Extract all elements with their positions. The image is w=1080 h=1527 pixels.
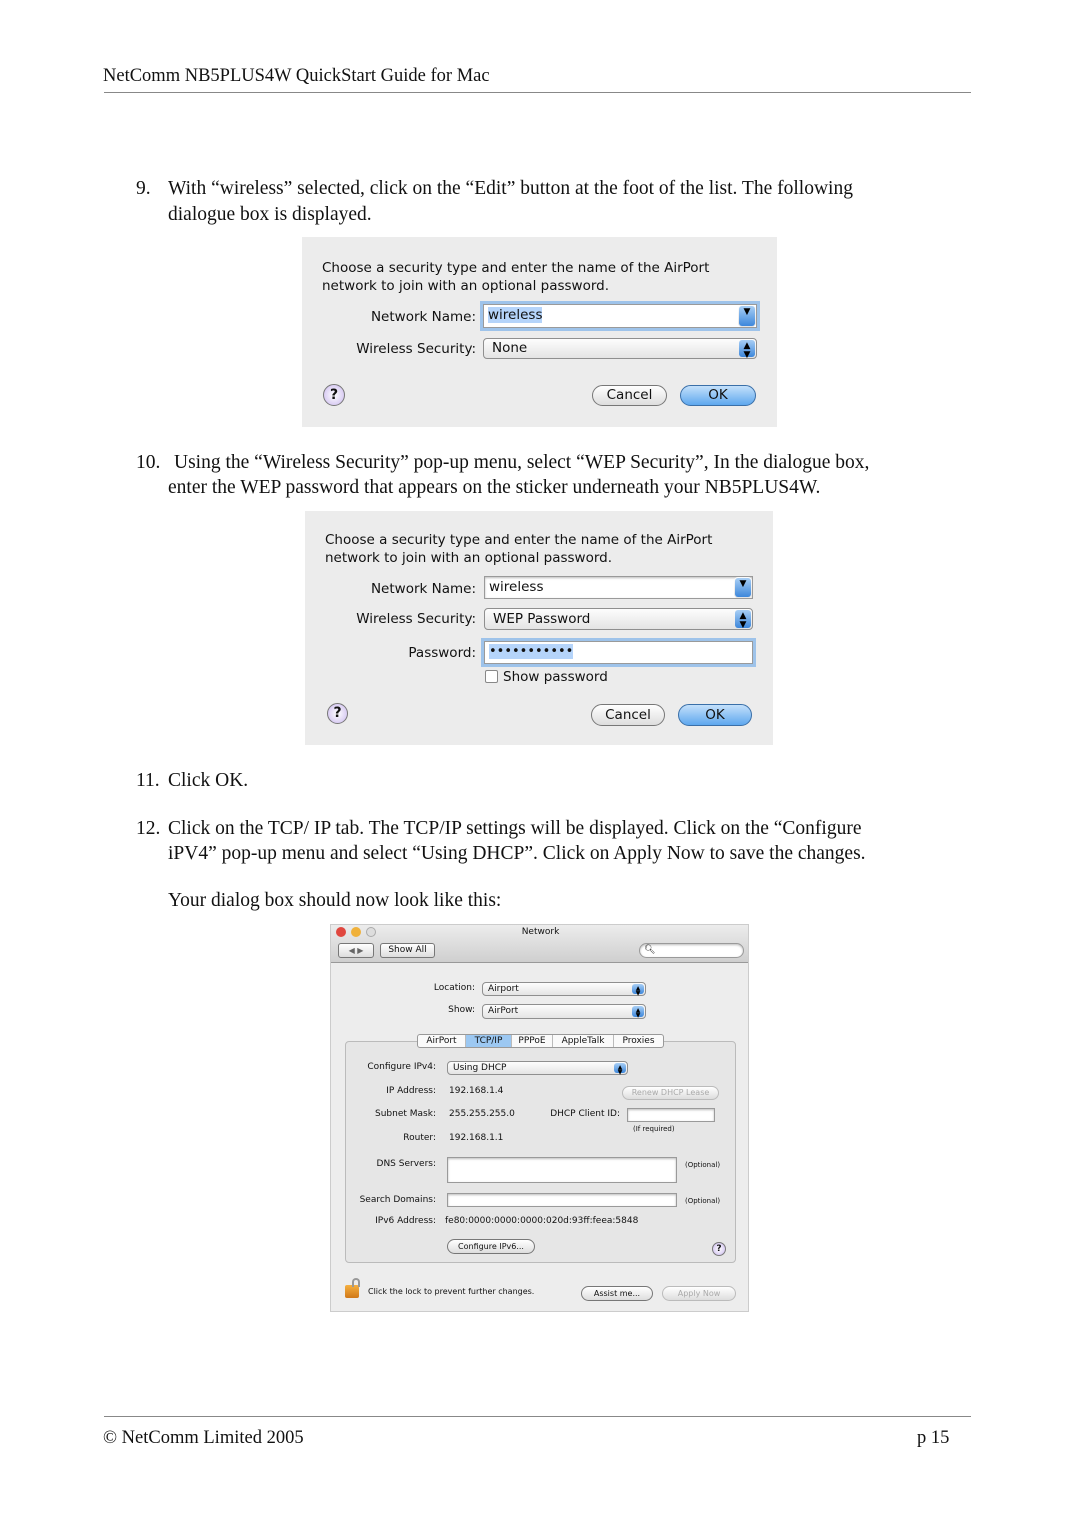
show-select[interactable]: AirPort ▲ ▼	[482, 1004, 646, 1019]
password-label: Password:	[408, 645, 476, 661]
tab-airport[interactable]: AirPort	[418, 1035, 466, 1047]
step-text: iPV4” pop-up menu and select “Using DHCP…	[168, 843, 866, 864]
show-label: Show:	[448, 1005, 475, 1015]
header-divider	[104, 92, 971, 93]
step-number: 10.	[136, 452, 161, 473]
network-window: Network ◀ ▶ Show All 🔍︎ Location: Airpor…	[330, 924, 749, 1312]
router-label: Router:	[403, 1133, 436, 1143]
network-name-label: Network Name:	[370, 309, 476, 325]
renew-dhcp-button[interactable]: Renew DHCP Lease	[622, 1086, 719, 1100]
help-button[interactable]: ?	[712, 1242, 726, 1256]
subnet-value: 255.255.255.0	[449, 1109, 515, 1119]
chevron-down-icon[interactable]: ▼	[735, 578, 751, 597]
security-value: None	[492, 340, 528, 356]
configure-ipv6-button[interactable]: Configure IPv6...	[447, 1239, 535, 1254]
location-select[interactable]: Airport ▲ ▼	[482, 982, 646, 997]
show-value: AirPort	[488, 1006, 519, 1016]
tab-proxies[interactable]: Proxies	[614, 1035, 663, 1047]
dialog-intro: Choose a security type and enter the nam…	[322, 260, 710, 276]
footer-divider	[104, 1416, 971, 1417]
show-password-checkbox[interactable]	[485, 670, 498, 683]
search-icon: 🔍︎	[644, 945, 656, 955]
step-number: 11.	[136, 770, 160, 791]
dialog-intro: network to join with an optional passwor…	[325, 550, 613, 566]
dns-label: DNS Servers:	[376, 1159, 436, 1169]
dialog-intro: network to join with an optional passwor…	[322, 278, 610, 294]
ipv6-label: IPv6 Address:	[375, 1216, 436, 1226]
step-text: Using the “Wireless Security” pop-up men…	[174, 452, 870, 473]
search-domains-input[interactable]	[447, 1193, 677, 1207]
security-dialog-2: Choose a security type and enter the nam…	[305, 511, 773, 745]
step-text: Click on the TCP/ IP tab. The TCP/IP set…	[168, 818, 862, 839]
up-down-arrows-icon: ▲ ▼	[614, 1063, 626, 1076]
search-input[interactable]: 🔍︎	[639, 943, 744, 958]
step-number: 12.	[136, 818, 161, 839]
tab-tcpip[interactable]: TCP/IP	[466, 1035, 512, 1047]
location-value: Airport	[488, 984, 519, 994]
step-text: With “wireless” selected, click on the “…	[168, 178, 853, 199]
window-title: Network	[521, 927, 560, 937]
page-header: NetComm NB5PLUS4W QuickStart Guide for M…	[103, 66, 490, 86]
ip-value: 192.168.1.4	[449, 1086, 504, 1096]
password-value: •••••••••••	[489, 644, 574, 659]
help-button[interactable]: ?	[327, 703, 348, 724]
show-password-label: Show password	[503, 669, 608, 685]
lock-text: Click the lock to prevent further change…	[368, 1287, 535, 1296]
password-field[interactable]: •••••••••••	[484, 641, 753, 664]
network-name-combo[interactable]: wireless ▼	[484, 576, 753, 599]
tab-pppoe[interactable]: PPPoE	[512, 1035, 553, 1047]
security-label: Wireless Security:	[356, 611, 476, 627]
configure-ipv4-label: Configure IPv4:	[367, 1062, 436, 1072]
back-forward-buttons[interactable]: ◀ ▶	[338, 943, 374, 958]
page-number: p 15	[917, 1428, 950, 1448]
subnet-label: Subnet Mask:	[375, 1109, 436, 1119]
security-value: WEP Password	[493, 611, 591, 627]
ip-label: IP Address:	[386, 1086, 436, 1096]
ok-button[interactable]: OK	[680, 385, 756, 406]
up-down-arrows-icon: ▲ ▼	[739, 340, 755, 360]
optional-hint: (Optional)	[685, 1197, 721, 1205]
copyright: © NetComm Limited 2005	[103, 1428, 304, 1448]
assist-me-button[interactable]: Assist me...	[581, 1286, 653, 1301]
network-name-combo[interactable]: wireless ▼	[483, 304, 757, 328]
router-value: 192.168.1.1	[449, 1133, 504, 1143]
chevron-down-icon[interactable]: ▼	[739, 306, 755, 326]
up-down-arrows-icon: ▲ ▼	[735, 610, 751, 630]
tab-appletalk[interactable]: AppleTalk	[553, 1035, 614, 1047]
configure-ipv4-select[interactable]: Using DHCP ▲ ▼	[447, 1061, 628, 1076]
tab-bar: AirPort TCP/IP PPPoE AppleTalk Proxies	[417, 1034, 664, 1048]
up-down-arrows-icon: ▲ ▼	[632, 984, 644, 997]
location-label: Location:	[433, 983, 475, 993]
security-dialog-1: Choose a security type and enter the nam…	[302, 237, 777, 427]
dns-servers-input[interactable]	[447, 1157, 677, 1183]
client-id-label: DHCP Client ID:	[550, 1109, 620, 1119]
step-number: 9.	[136, 178, 151, 199]
lock-shackle	[352, 1278, 360, 1287]
security-select[interactable]: None ▲ ▼	[483, 338, 757, 360]
if-required-hint: (If required)	[633, 1125, 675, 1133]
step-text: enter the WEP password that appears on t…	[168, 477, 821, 498]
configure-ipv4-value: Using DHCP	[453, 1063, 507, 1073]
network-name-value: wireless	[488, 307, 543, 323]
ipv6-value: fe80:0000:0000:0000:020d:93ff:feea:5848	[445, 1216, 639, 1226]
apply-now-button[interactable]: Apply Now	[662, 1286, 736, 1301]
show-all-button[interactable]: Show All	[380, 943, 435, 958]
ok-button[interactable]: OK	[678, 704, 752, 726]
security-label: Wireless Security:	[356, 341, 476, 357]
dialog-intro: Choose a security type and enter the nam…	[325, 532, 713, 548]
optional-hint: (Optional)	[685, 1161, 721, 1169]
step-text: dialogue box is displayed.	[168, 204, 372, 225]
cancel-button[interactable]: Cancel	[591, 704, 665, 726]
up-down-arrows-icon: ▲ ▼	[632, 1006, 644, 1019]
cancel-button[interactable]: Cancel	[592, 385, 667, 406]
note-text: Your dialog box should now look like thi…	[168, 890, 502, 911]
network-name-label: Network Name:	[370, 581, 476, 597]
search-domains-label: Search Domains:	[359, 1195, 436, 1205]
step-text: Click OK.	[168, 770, 249, 791]
security-select[interactable]: WEP Password ▲ ▼	[484, 608, 753, 630]
help-button[interactable]: ?	[323, 384, 345, 406]
network-name-value: wireless	[489, 579, 544, 595]
client-id-input[interactable]	[627, 1108, 715, 1122]
